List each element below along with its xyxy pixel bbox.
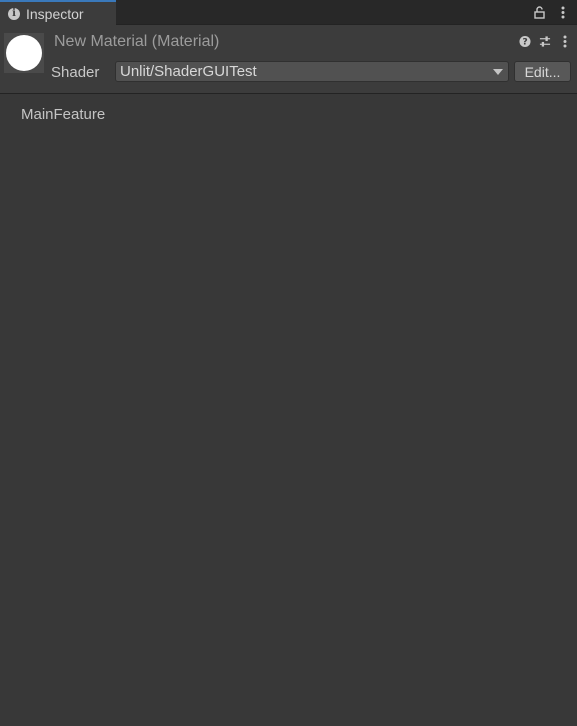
inspector-window: i Inspector New Material (Material) ? Sh… xyxy=(0,0,577,726)
tab-label: Inspector xyxy=(26,5,84,22)
svg-text:?: ? xyxy=(522,36,527,47)
tab-inspector[interactable]: i Inspector xyxy=(0,0,116,25)
info-icon: i xyxy=(8,7,20,20)
kebab-menu-icon[interactable] xyxy=(557,6,569,20)
help-icon[interactable]: ? xyxy=(519,34,531,48)
material-header: New Material (Material) ? Shader Unlit/S… xyxy=(0,25,577,94)
shader-value: Unlit/ShaderGUITest xyxy=(120,63,257,80)
edit-shader-button[interactable]: Edit... xyxy=(514,61,571,82)
chevron-down-icon xyxy=(493,69,503,75)
tab-bar: i Inspector xyxy=(0,0,577,25)
main-feature-label: MainFeature xyxy=(21,106,106,123)
material-preview xyxy=(4,33,44,73)
kebab-menu-icon[interactable] xyxy=(559,34,571,48)
shader-dropdown[interactable]: Unlit/ShaderGUITest xyxy=(115,61,509,82)
shader-label: Shader xyxy=(51,64,100,81)
tab-tools xyxy=(533,0,569,25)
lock-icon[interactable] xyxy=(533,6,545,20)
preset-icon[interactable] xyxy=(539,34,551,48)
material-title: New Material (Material) xyxy=(54,33,220,50)
material-preview-sphere xyxy=(6,35,42,71)
header-icons: ? xyxy=(519,34,571,48)
